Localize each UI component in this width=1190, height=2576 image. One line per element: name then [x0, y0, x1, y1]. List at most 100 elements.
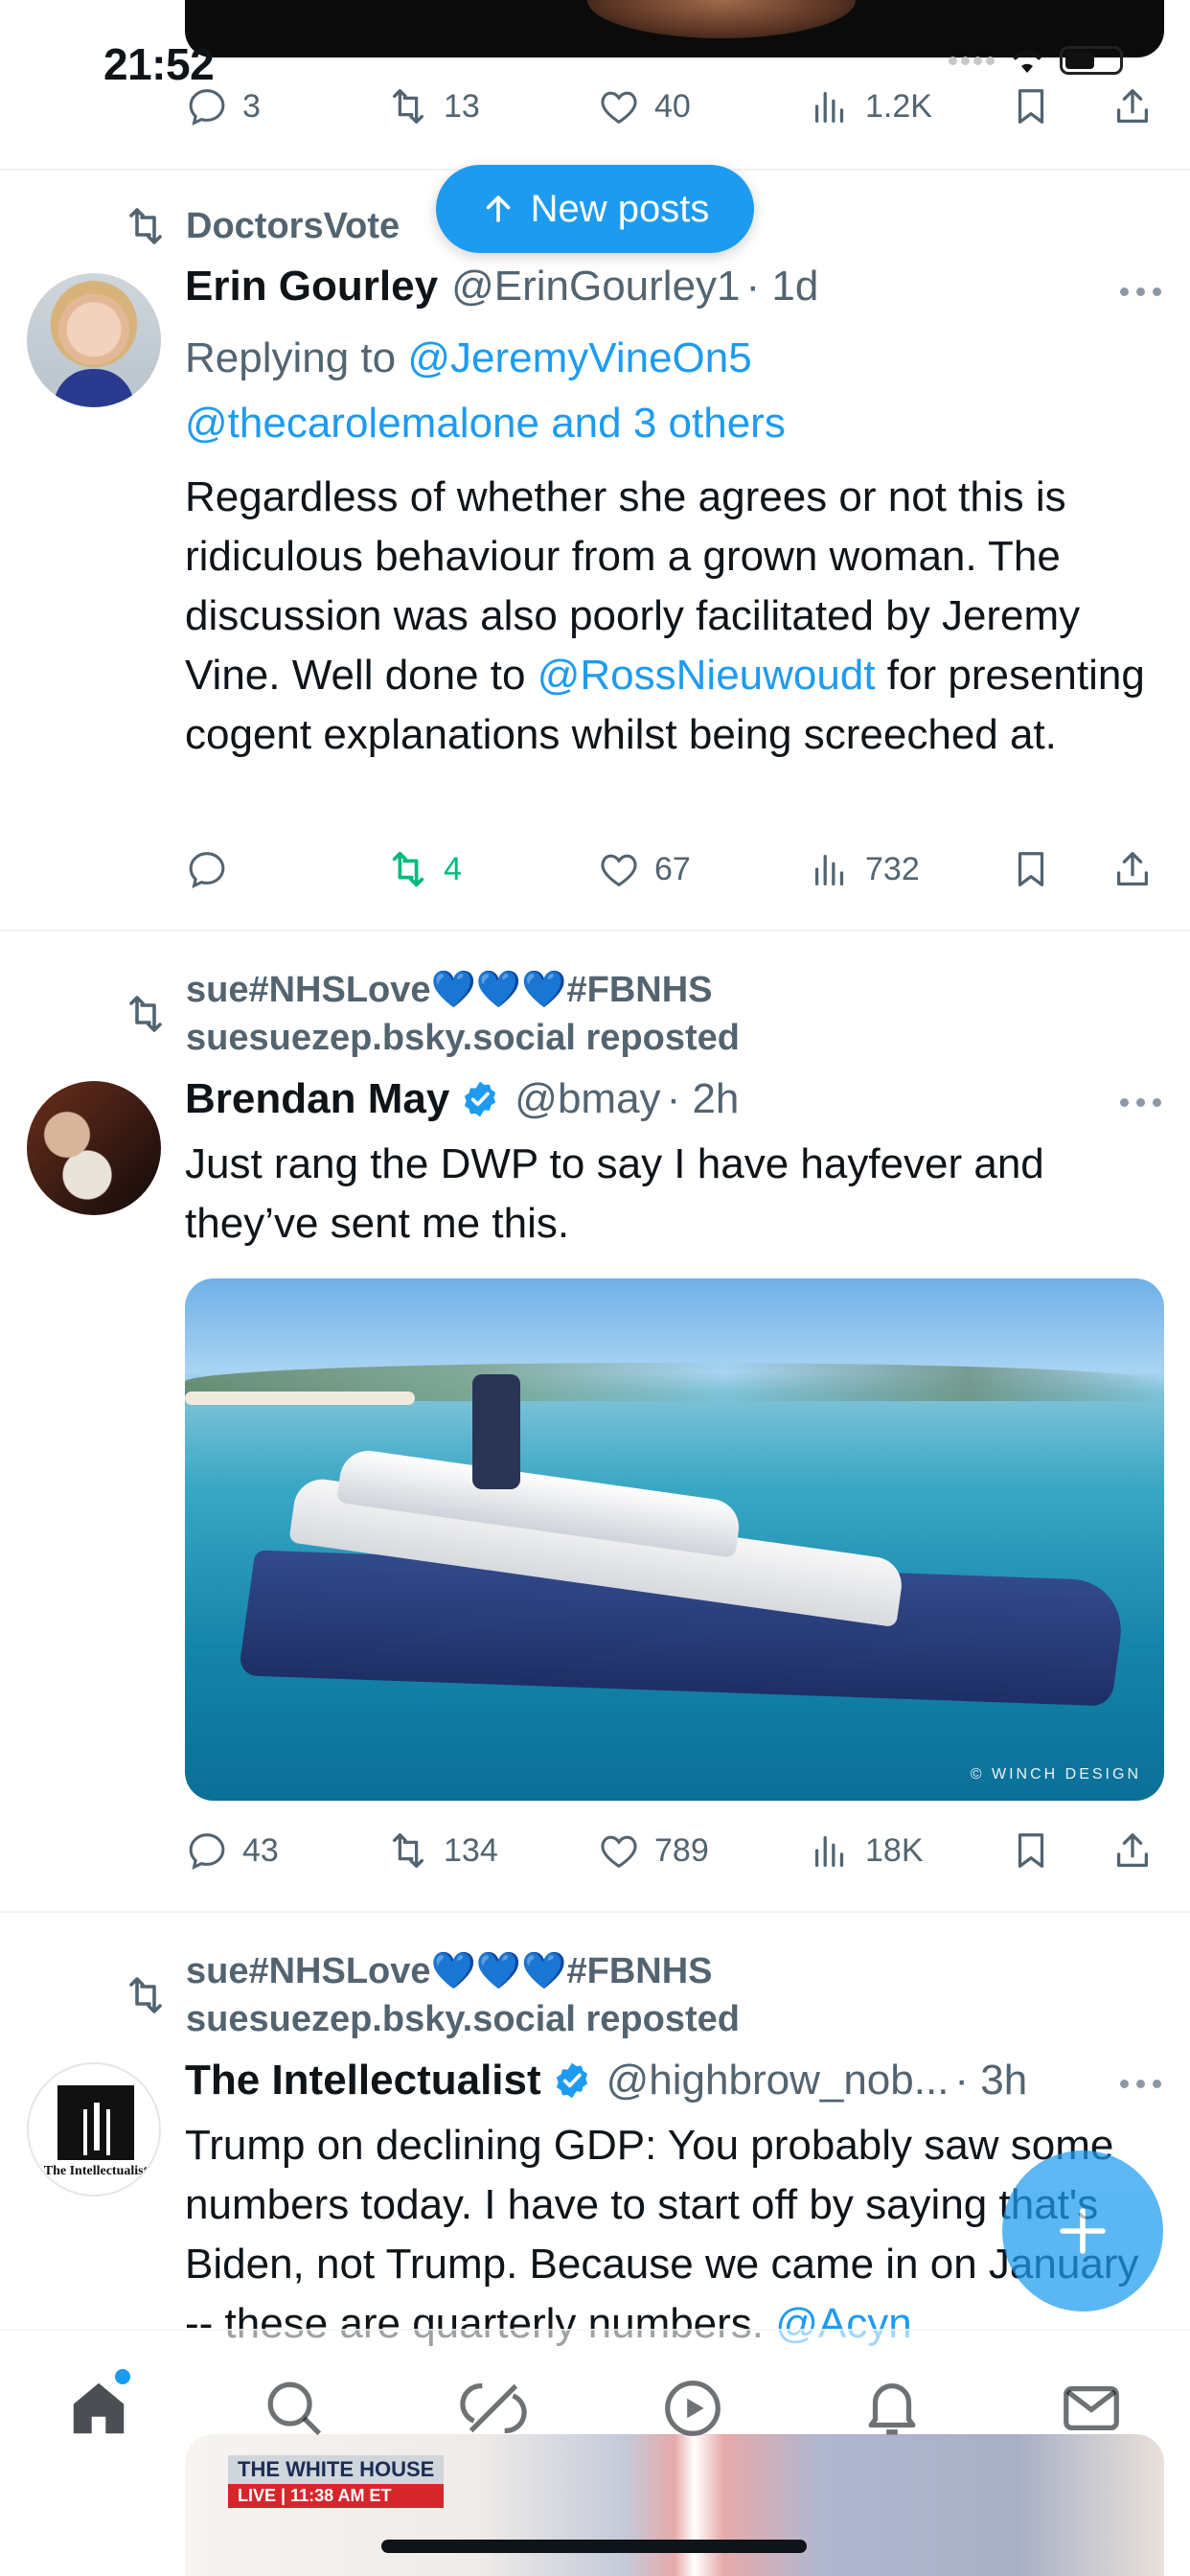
views-count: 1.2K — [865, 87, 932, 125]
avatar[interactable] — [27, 1081, 161, 1215]
verified-badge-icon — [465, 1081, 496, 1117]
reply-button[interactable] — [185, 847, 242, 891]
reply-icon — [189, 1833, 225, 1870]
battery-icon — [1060, 46, 1123, 75]
share-button[interactable] — [1110, 84, 1155, 128]
mention-link[interactable]: @RossNieuwoudt — [538, 652, 876, 699]
repost-count: 13 — [444, 87, 480, 125]
grok-icon — [460, 2383, 527, 2433]
wifi-icon — [1012, 50, 1042, 73]
tab-video[interactable] — [659, 2375, 726, 2442]
repost-icon — [392, 1833, 424, 1868]
avatar[interactable] — [27, 273, 161, 407]
reply-prefix: Replying to — [185, 334, 397, 381]
bookmark-button[interactable] — [1009, 1828, 1053, 1873]
bookmark-icon — [1018, 1833, 1044, 1868]
repost-icon — [129, 208, 162, 244]
reply-icon — [189, 852, 225, 888]
avatar[interactable]: The Intellectualist — [27, 2062, 161, 2196]
like-icon — [601, 1835, 637, 1869]
new-posts-label: New posts — [530, 187, 710, 230]
social-context-tag: #FBNHS — [566, 970, 713, 1010]
share-icon — [1116, 89, 1149, 123]
plus-icon — [1060, 2208, 1106, 2254]
like-count: 789 — [654, 1831, 709, 1869]
reply-button[interactable]: 43 — [185, 1828, 279, 1873]
blue-heart-emoji: 💙💙💙 — [430, 970, 567, 1010]
more-options-icon[interactable] — [1120, 2080, 1161, 2088]
share-icon — [1116, 852, 1149, 886]
tab-messages[interactable] — [1058, 2375, 1125, 2442]
post-text: Regardless of whether she agrees or not … — [185, 468, 1162, 765]
social-context-reposted: suesuezep.bsky.social reposted — [186, 1018, 740, 1058]
author-name[interactable]: The Intellectualist — [185, 2057, 541, 2104]
messages-icon — [1064, 2385, 1119, 2431]
post-time: · 1d — [745, 263, 819, 310]
tab-search[interactable] — [261, 2375, 328, 2442]
reply-handle[interactable]: @thecarolemalone and 3 others — [185, 400, 786, 447]
views-icon — [814, 854, 844, 886]
post-divider — [0, 1911, 1190, 1913]
status-time: 21:52 — [103, 39, 215, 89]
tab-notifications[interactable] — [858, 2375, 926, 2442]
views-button[interactable]: 18K — [808, 1828, 924, 1873]
social-context[interactable]: sue#NHSLove💙💙💙#FBNHS suesuezep.bsky.soci… — [123, 1947, 740, 2043]
compose-button[interactable] — [1002, 2150, 1163, 2312]
more-options-icon[interactable] — [1120, 288, 1161, 296]
repost-button[interactable]: 134 — [386, 1828, 498, 1873]
repost-icon — [129, 1977, 162, 2013]
bookmark-button[interactable] — [1009, 84, 1053, 128]
reply-count: 43 — [242, 1831, 279, 1869]
author-handle[interactable]: @ErinGourley1 — [451, 263, 740, 310]
arrow-up-icon — [486, 196, 510, 222]
social-context-reposted: suesuezep.bsky.social reposted — [186, 1999, 740, 2039]
tab-grok[interactable] — [460, 2375, 527, 2442]
post-actions: 43 134 789 18K — [185, 1827, 1164, 1874]
author-name[interactable]: Erin Gourley — [185, 263, 438, 310]
post-image[interactable]: © WINCH DESIGN — [185, 1278, 1164, 1801]
reply-handle[interactable]: @JeremyVineOn5 — [407, 334, 751, 381]
bookmark-icon — [1018, 852, 1044, 886]
repost-button[interactable]: 13 — [386, 84, 480, 128]
bookmark-button[interactable] — [1009, 847, 1053, 891]
repost-button[interactable]: 4 — [386, 847, 462, 891]
social-context[interactable]: sue#NHSLove💙💙💙#FBNHS suesuezep.bsky.soci… — [123, 966, 740, 1062]
like-count: 40 — [654, 87, 691, 125]
social-context[interactable]: DoctorsVote — [123, 203, 400, 249]
author-handle[interactable]: @highbrow_nob... — [606, 2057, 950, 2104]
like-button[interactable]: 67 — [597, 847, 691, 891]
share-icon — [1116, 1833, 1149, 1867]
bookmark-icon — [1018, 89, 1044, 124]
post-header: Erin Gourley @ErinGourley1 · 1d — [185, 263, 818, 310]
notifications-icon — [868, 2383, 916, 2435]
more-options-icon[interactable] — [1120, 1098, 1161, 1107]
post-time: · 2h — [666, 1075, 740, 1122]
reply-button[interactable]: 3 — [185, 84, 261, 128]
repost-icon — [129, 996, 162, 1032]
like-button[interactable]: 40 — [597, 84, 691, 128]
views-button[interactable]: 1.2K — [808, 84, 932, 128]
share-button[interactable] — [1110, 1828, 1155, 1873]
like-icon — [601, 91, 637, 125]
home-icon — [73, 2382, 125, 2434]
like-button[interactable]: 789 — [597, 1828, 709, 1873]
share-button[interactable] — [1110, 847, 1155, 891]
avatar-logo-text: The Intellectualist — [43, 2164, 149, 2178]
tab-home[interactable] — [65, 2375, 132, 2442]
views-button[interactable]: 732 — [808, 847, 920, 891]
views-icon — [814, 91, 844, 123]
author-handle[interactable]: @bmay — [515, 1075, 660, 1123]
views-count: 732 — [865, 850, 920, 887]
post-header: The Intellectualist @highbrow_nob... · 3… — [185, 2057, 1027, 2104]
views-icon — [814, 1835, 844, 1867]
live-badge: LIVE | 11:38 AM ET — [228, 2484, 445, 2508]
intellectualist-logo — [57, 2085, 134, 2160]
post-header: Brendan May @bmay · 2h — [185, 1075, 739, 1123]
social-context-name: sue#NHSLove — [186, 1951, 431, 1991]
new-posts-button[interactable]: New posts — [436, 165, 754, 253]
broadcast-label: THE WHITE HOUSE LIVE | 11:38 AM ET — [228, 2455, 445, 2508]
views-count: 18K — [865, 1831, 924, 1869]
author-name[interactable]: Brendan May — [185, 1075, 449, 1123]
post-text: Just rang the DWP to say I have hayfever… — [185, 1140, 1044, 1247]
reply-context: Replying to @JeremyVineOn5 @thecarolemal… — [185, 326, 1143, 456]
